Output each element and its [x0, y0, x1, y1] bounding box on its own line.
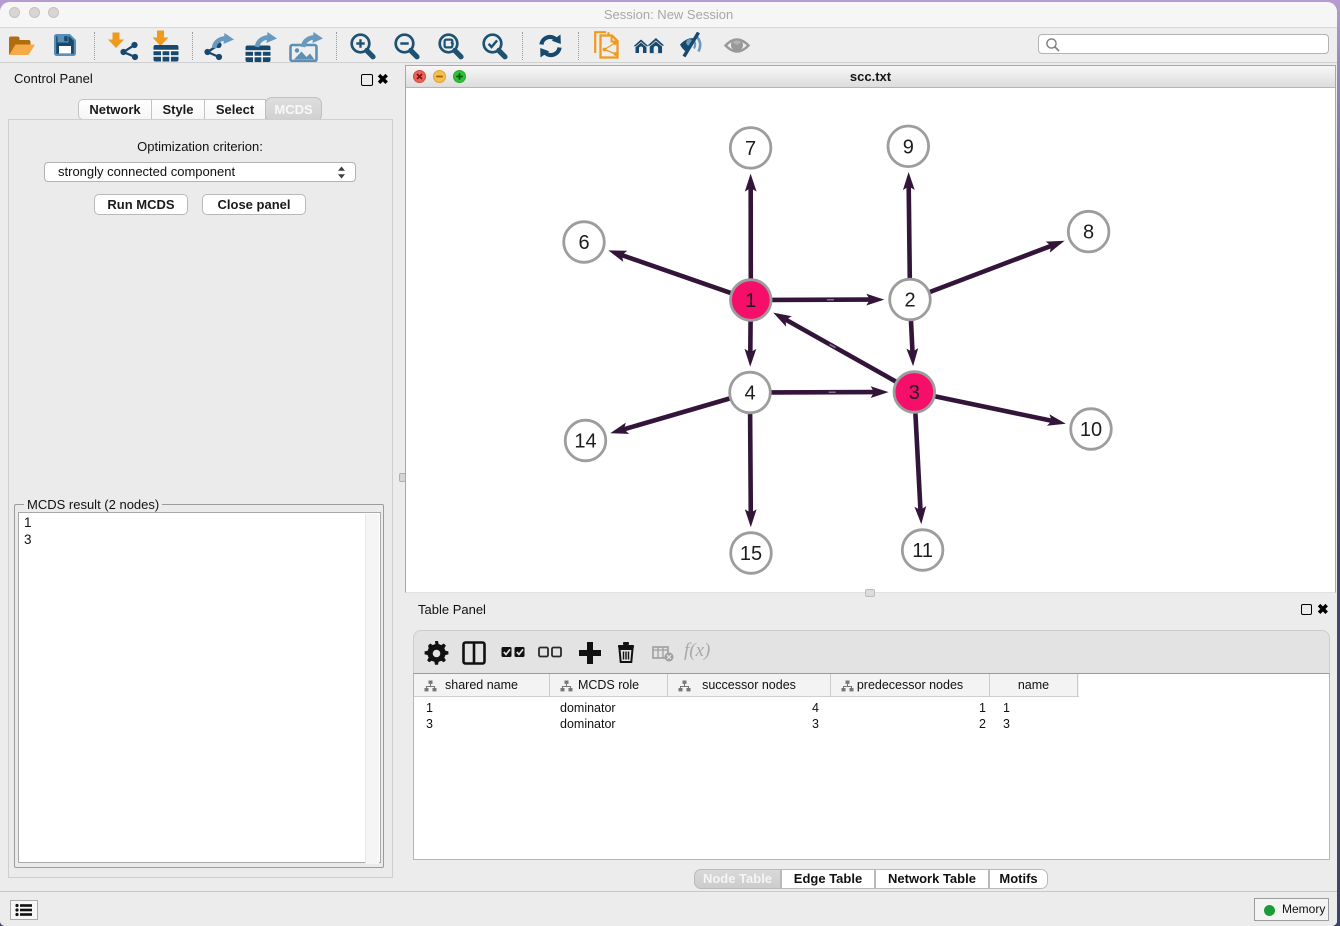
- svg-text:3: 3: [909, 382, 920, 404]
- svg-text:2: 2: [904, 290, 915, 312]
- svg-text:6: 6: [578, 232, 589, 254]
- svg-text:14: 14: [574, 431, 596, 453]
- svg-text:7: 7: [745, 138, 756, 160]
- svg-text:11: 11: [912, 540, 933, 562]
- svg-text:15: 15: [740, 543, 762, 565]
- svg-text:9: 9: [903, 136, 914, 158]
- svg-text:8: 8: [1083, 222, 1094, 244]
- svg-text:f(x): f(x): [684, 640, 710, 661]
- svg-text:4: 4: [744, 383, 755, 405]
- svg-text:10: 10: [1080, 419, 1102, 441]
- svg-text:1: 1: [745, 290, 756, 312]
